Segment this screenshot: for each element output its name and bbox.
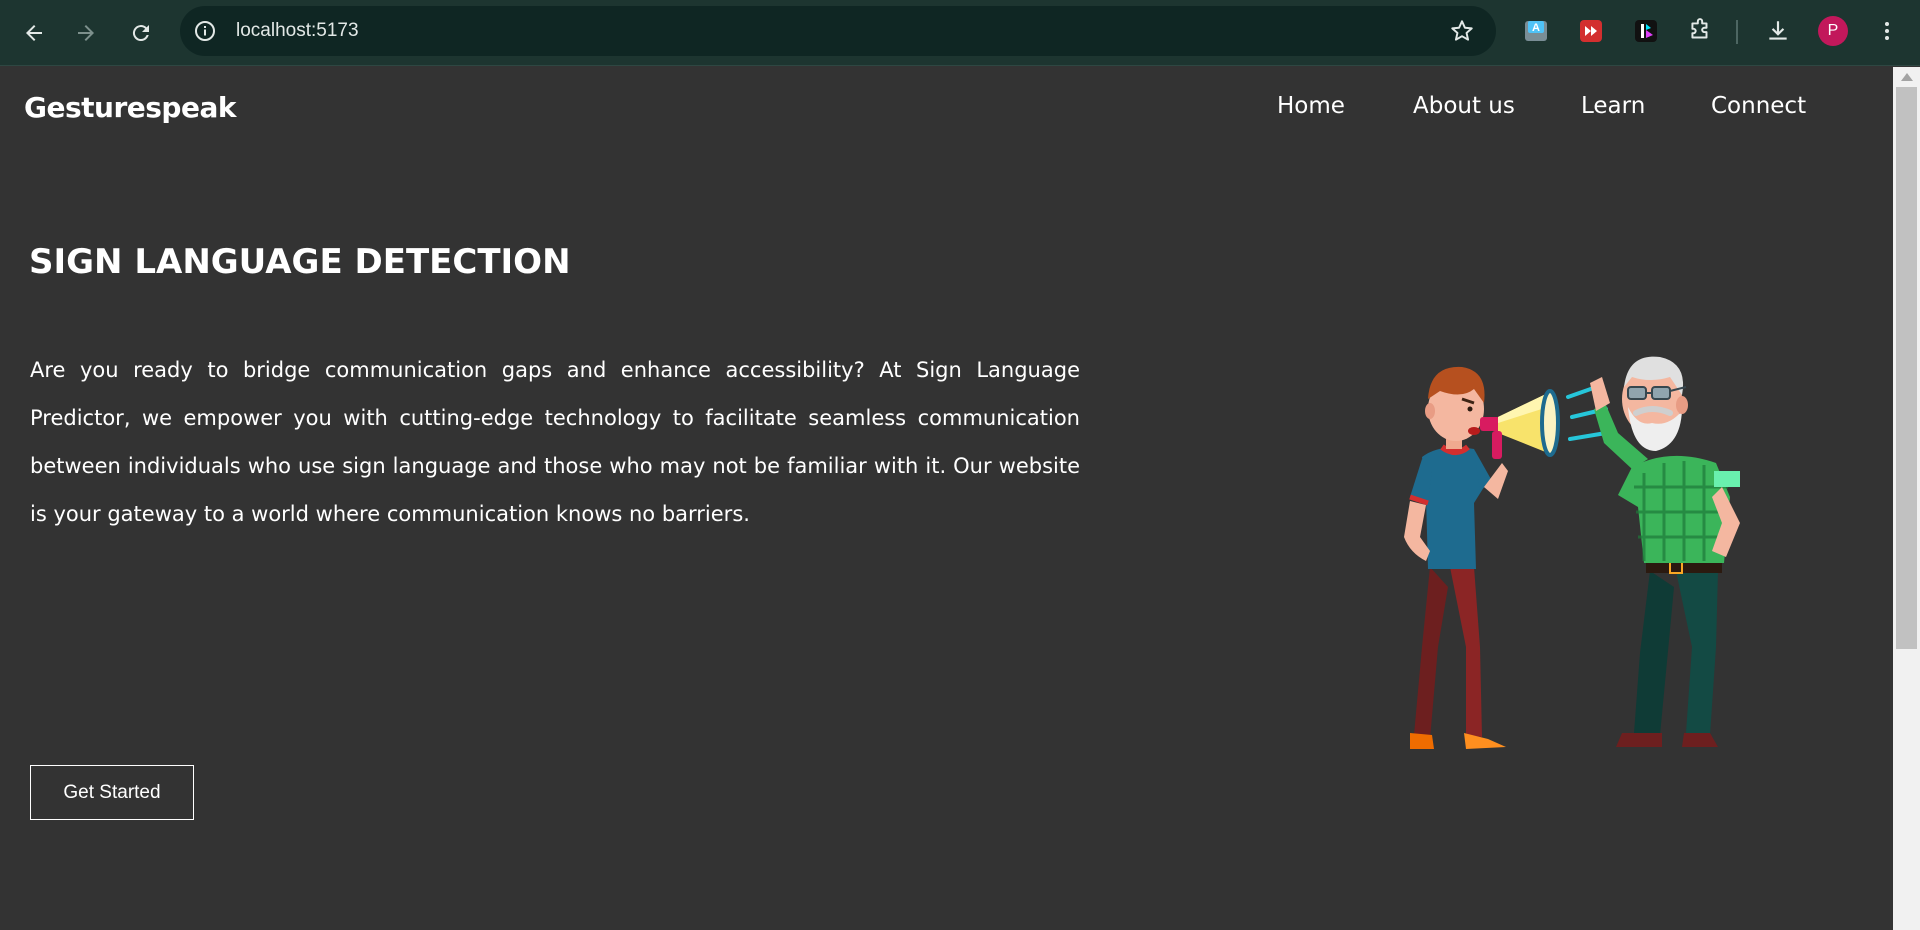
hero-illustration xyxy=(1404,356,1740,749)
browser-menu-button[interactable] xyxy=(1873,17,1901,45)
page-viewport: Gesturespeak Home About us Learn Connect… xyxy=(0,67,1893,930)
scroll-up-arrow-icon[interactable] xyxy=(1901,73,1913,81)
megaphone-icon xyxy=(1480,389,1560,459)
video-speed-extension[interactable] xyxy=(1577,17,1605,45)
young-man-figure xyxy=(1404,366,1608,749)
translate-extension-icon: A xyxy=(1525,21,1547,41)
forward-arrow-icon xyxy=(78,25,94,41)
reload-icon xyxy=(132,25,149,42)
forward-button[interactable] xyxy=(66,13,106,53)
downloads-icon xyxy=(1769,21,1787,40)
browser-toolbar: localhost:5173 A P xyxy=(0,0,1920,66)
media-extension[interactable] xyxy=(1632,17,1660,45)
back-button[interactable] xyxy=(14,13,54,53)
nav-about-us[interactable]: About us xyxy=(1413,93,1515,119)
downloads-button[interactable] xyxy=(1764,17,1792,45)
svg-text:A: A xyxy=(1532,22,1540,34)
nav-home[interactable]: Home xyxy=(1277,93,1345,119)
video-speed-extension-icon xyxy=(1580,20,1602,42)
back-arrow-icon xyxy=(26,25,42,41)
site-brand[interactable]: Gesturespeak xyxy=(24,91,236,124)
translate-extension[interactable]: A xyxy=(1522,17,1550,45)
reload-button[interactable] xyxy=(121,13,161,53)
bookmark-star-icon[interactable] xyxy=(1449,18,1475,44)
url-text[interactable]: localhost:5173 xyxy=(236,6,359,56)
more-vert-icon xyxy=(1885,22,1889,40)
profile-avatar[interactable]: P xyxy=(1818,16,1848,46)
address-bar[interactable]: localhost:5173 xyxy=(180,6,1496,56)
media-extension-icon xyxy=(1635,20,1657,42)
hero-title: SIGN LANGUAGE DETECTION xyxy=(29,242,571,282)
get-started-button[interactable]: Get Started xyxy=(30,765,194,820)
toolbar-divider xyxy=(1736,20,1738,44)
extensions-puzzle-icon xyxy=(1691,18,1708,39)
elderly-man-figure xyxy=(1590,356,1740,747)
site-info-icon[interactable] xyxy=(193,19,217,43)
scrollbar-thumb[interactable] xyxy=(1896,87,1917,649)
hero-description: Are you ready to bridge communication ga… xyxy=(30,358,1080,526)
extensions-button[interactable] xyxy=(1686,17,1714,45)
nav-connect[interactable]: Connect xyxy=(1711,93,1806,119)
page-scrollbar[interactable] xyxy=(1893,67,1920,930)
nav-learn[interactable]: Learn xyxy=(1581,93,1645,119)
